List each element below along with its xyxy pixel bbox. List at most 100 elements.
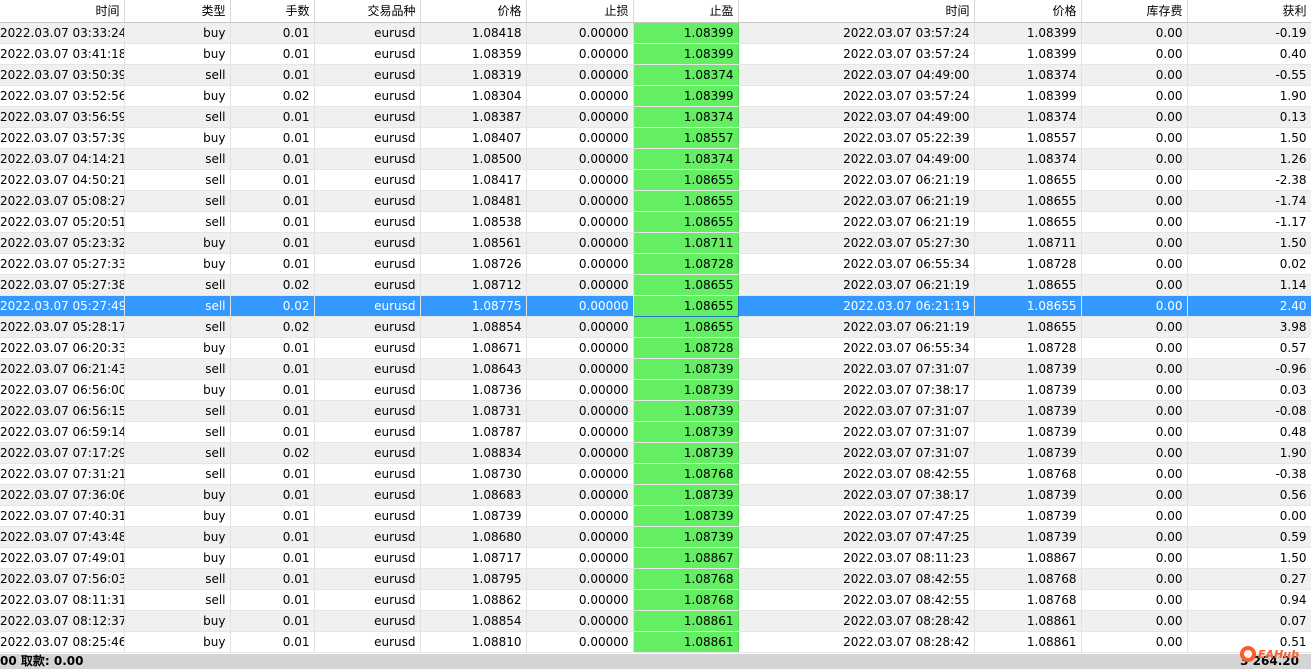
cell-type: buy <box>124 85 231 107</box>
cell-take-profit: 1.08739 <box>632 505 739 527</box>
table-row[interactable]: 2022.03.07 06:21:43 sell 0.01 eurusd 1.08643… <box>0 358 1311 380</box>
cell-swap: 0.00 <box>1081 43 1188 65</box>
cell-close-price: 1.08739 <box>974 442 1082 464</box>
header-open-price[interactable]: 价格 <box>420 0 527 23</box>
trade-history-table: 时间 类型 手数 交易品种 价格 止损 止盈 时间 价格 库存费 获利 2022… <box>0 0 1311 653</box>
cell-stop-loss: 0.00000 <box>526 358 634 380</box>
cell-open-price: 1.08538 <box>420 211 527 233</box>
table-row[interactable]: 2022.03.07 07:36:06 buy 0.01 eurusd 1.08683 0… <box>0 484 1311 506</box>
cell-swap: 0.00 <box>1081 337 1188 359</box>
cell-profit: 0.40 <box>1187 43 1311 65</box>
table-row[interactable]: 2022.03.07 05:20:51 sell 0.01 eurusd 1.08538… <box>0 211 1311 233</box>
header-close-price[interactable]: 价格 <box>974 0 1082 23</box>
table-row[interactable]: 2022.03.07 07:40:31 buy 0.01 eurusd 1.08739 0… <box>0 505 1311 527</box>
cell-profit: 0.59 <box>1187 526 1311 548</box>
cell-volume: 0.01 <box>230 400 315 422</box>
cell-type: buy <box>124 232 231 254</box>
cell-volume: 0.01 <box>230 148 315 170</box>
cell-volume: 0.02 <box>230 442 315 464</box>
cell-close-time: 2022.03.07 07:31:07 <box>738 400 975 422</box>
cell-symbol: eurusd <box>314 211 421 233</box>
header-type[interactable]: 类型 <box>124 0 231 23</box>
cell-volume: 0.01 <box>230 190 315 212</box>
cell-open-price: 1.08417 <box>420 169 527 191</box>
cell-type: buy <box>124 127 231 149</box>
cell-take-profit: 1.08655 <box>632 316 739 338</box>
table-row[interactable]: 2022.03.07 05:23:32 buy 0.01 eurusd 1.08561 0… <box>0 232 1311 254</box>
cell-symbol: eurusd <box>314 295 421 317</box>
table-row[interactable]: 2022.03.07 03:52:56 buy 0.02 eurusd 1.08304 0… <box>0 85 1311 107</box>
cell-open-price: 1.08862 <box>420 589 527 611</box>
cell-swap: 0.00 <box>1081 547 1188 569</box>
cell-stop-loss: 0.00000 <box>526 211 634 233</box>
table-row[interactable]: 2022.03.07 08:11:31 sell 0.01 eurusd 1.08862… <box>0 589 1311 611</box>
table-row[interactable]: 2022.03.07 07:43:48 buy 0.01 eurusd 1.08680 0… <box>0 526 1311 548</box>
cell-profit: 1.50 <box>1187 547 1311 569</box>
header-symbol[interactable]: 交易品种 <box>314 0 421 23</box>
table-row[interactable]: 2022.03.07 06:20:33 buy 0.01 eurusd 1.08671 0… <box>0 337 1311 359</box>
table-row[interactable]: 2022.03.07 05:08:27 sell 0.01 eurusd 1.08481… <box>0 190 1311 212</box>
header-swap[interactable]: 库存费 <box>1081 0 1188 23</box>
cell-profit: 0.27 <box>1187 568 1311 590</box>
cell-profit: 0.57 <box>1187 337 1311 359</box>
cell-swap: 0.00 <box>1081 400 1188 422</box>
table-row[interactable]: 2022.03.07 03:57:39 buy 0.01 eurusd 1.08407 0… <box>0 127 1311 149</box>
cell-swap: 0.00 <box>1081 148 1188 170</box>
table-row[interactable]: 2022.03.07 07:49:01 buy 0.01 eurusd 1.08717 0… <box>0 547 1311 569</box>
cell-symbol: eurusd <box>314 274 421 296</box>
cell-symbol: eurusd <box>314 442 421 464</box>
cell-open-time: 2022.03.07 03:50:39 <box>0 64 125 86</box>
table-row[interactable]: 2022.03.07 04:50:21 sell 0.01 eurusd 1.08417… <box>0 169 1311 191</box>
cell-stop-loss: 0.00000 <box>526 463 634 485</box>
cell-open-time: 2022.03.07 03:33:24 <box>0 22 125 44</box>
cell-stop-loss: 0.00000 <box>526 484 634 506</box>
header-profit[interactable]: 获利 <box>1187 0 1311 23</box>
table-row[interactable]: 2022.03.07 03:41:18 buy 0.01 eurusd 1.08359 0… <box>0 43 1311 65</box>
cell-type: sell <box>124 211 231 233</box>
table-row[interactable]: 2022.03.07 07:56:03 sell 0.01 eurusd 1.08795… <box>0 568 1311 590</box>
cell-profit: 1.50 <box>1187 127 1311 149</box>
table-row[interactable]: 2022.03.07 05:27:38 sell 0.02 eurusd 1.08712… <box>0 274 1311 296</box>
cell-close-price: 1.08655 <box>974 316 1082 338</box>
cell-open-time: 2022.03.07 08:11:31 <box>0 589 125 611</box>
table-row[interactable]: 2022.03.07 07:31:21 sell 0.01 eurusd 1.08730… <box>0 463 1311 485</box>
cell-profit: 1.50 <box>1187 232 1311 254</box>
header-close-time[interactable]: 时间 <box>738 0 975 23</box>
header-take-profit[interactable]: 止盈 <box>633 0 739 23</box>
cell-volume: 0.01 <box>230 547 315 569</box>
header-volume[interactable]: 手数 <box>230 0 315 23</box>
table-row[interactable]: 2022.03.07 06:56:00 buy 0.01 eurusd 1.08736 0… <box>0 379 1311 401</box>
table-row[interactable]: 2022.03.07 06:59:14 sell 0.01 eurusd 1.08787… <box>0 421 1311 443</box>
cell-profit: -1.74 <box>1187 190 1311 212</box>
table-row[interactable]: 2022.03.07 04:14:21 sell 0.01 eurusd 1.08500… <box>0 148 1311 170</box>
table-row[interactable]: 2022.03.07 03:33:24 buy 0.01 eurusd 1.08418 0… <box>0 22 1311 44</box>
table-row[interactable]: 2022.03.07 03:56:59 sell 0.01 eurusd 1.08387… <box>0 106 1311 128</box>
cell-stop-loss: 0.00000 <box>526 274 634 296</box>
cell-symbol: eurusd <box>314 421 421 443</box>
cell-close-price: 1.08739 <box>974 526 1082 548</box>
cell-open-time: 2022.03.07 06:56:00 <box>0 379 125 401</box>
cell-take-profit: 1.08768 <box>632 463 739 485</box>
cell-type: sell <box>124 274 231 296</box>
cell-open-price: 1.08775 <box>420 295 527 317</box>
cell-type: buy <box>124 337 231 359</box>
cell-type: buy <box>124 547 231 569</box>
header-open-time[interactable]: 时间 <box>0 0 125 23</box>
cell-symbol: eurusd <box>314 127 421 149</box>
cell-close-price: 1.08655 <box>974 190 1082 212</box>
cell-open-price: 1.08359 <box>420 43 527 65</box>
table-row[interactable]: 2022.03.07 05:28:17 sell 0.02 eurusd 1.08854… <box>0 316 1311 338</box>
cell-swap: 0.00 <box>1081 85 1188 107</box>
table-row[interactable]: 2022.03.07 08:25:46 buy 0.01 eurusd 1.08810 0… <box>0 631 1311 653</box>
header-stop-loss[interactable]: 止损 <box>526 0 634 23</box>
table-row[interactable]: 2022.03.07 05:27:33 buy 0.01 eurusd 1.08726 0… <box>0 253 1311 275</box>
cell-close-price: 1.08557 <box>974 127 1082 149</box>
cell-profit: 3.98 <box>1187 316 1311 338</box>
watermark-text: EAHub <box>1258 647 1299 661</box>
table-row[interactable]: 2022.03.07 07:17:29 sell 0.02 eurusd 1.08834… <box>0 442 1311 464</box>
table-row[interactable]: 2022.03.07 08:12:37 buy 0.01 eurusd 1.08854 0… <box>0 610 1311 632</box>
table-row[interactable]: 2022.03.07 05:27:49 sell 0.02 eurusd 1.08775… <box>0 294 1311 317</box>
table-row[interactable]: 2022.03.07 03:50:39 sell 0.01 eurusd 1.08319… <box>0 64 1311 86</box>
table-row[interactable]: 2022.03.07 06:56:15 sell 0.01 eurusd 1.08731… <box>0 400 1311 422</box>
cell-close-time: 2022.03.07 04:49:00 <box>738 106 975 128</box>
